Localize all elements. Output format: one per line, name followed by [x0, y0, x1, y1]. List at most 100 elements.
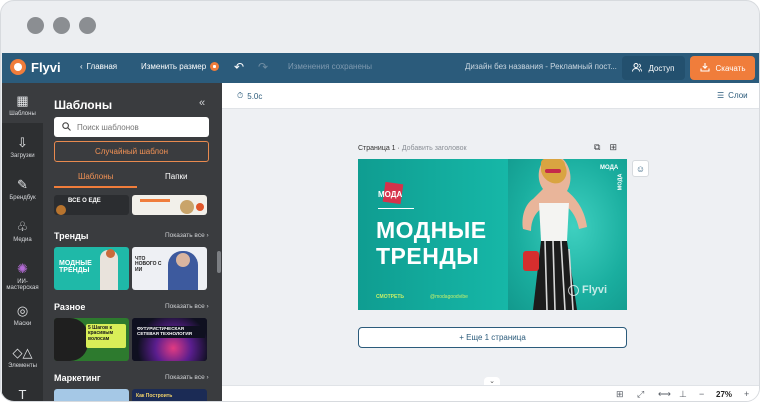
templates-icon: ▦	[16, 93, 29, 108]
users-icon	[632, 62, 643, 74]
download-button[interactable]: Скачать	[690, 56, 755, 80]
watermark-logo-icon	[568, 285, 579, 296]
design-heading-line-1: МОДНЫЕ	[376, 217, 487, 243]
show-all-trends[interactable]: Показать все ›	[165, 232, 209, 239]
fit-width-icon[interactable]: ⟷	[658, 389, 671, 400]
template-thumb[interactable]	[132, 195, 207, 215]
zoom-out-icon[interactable]: −	[699, 389, 704, 399]
zoom-level[interactable]: 27%	[716, 390, 732, 399]
design-title[interactable]: Дизайн без названия - Рекламный пост...	[465, 62, 617, 71]
window-controls	[27, 17, 96, 34]
rail-item-uploads[interactable]: ⇩ Загрузки	[2, 135, 43, 159]
template-thumb-trends[interactable]: МОДНЫЕ ТРЕНДЫ	[54, 247, 129, 290]
thumb-text: ВСЕ О ЕДЕ	[68, 198, 101, 204]
template-thumb[interactable]: ВСЕ О ЕДЕ	[54, 195, 129, 215]
search-box[interactable]	[54, 117, 209, 137]
model-sunglasses	[545, 169, 561, 173]
tab-active-indicator	[54, 186, 137, 188]
portrait-face	[176, 253, 190, 267]
rail-item-masks[interactable]: ◎ Маски	[2, 303, 43, 327]
model-head	[106, 249, 115, 258]
templates-panel: Шаблоны « Случайный шаблон Шаблоны Папки…	[43, 83, 222, 401]
thumb-text: МОДНЫЕ ТРЕНДЫ	[59, 260, 92, 275]
access-label: Доступ	[648, 63, 675, 73]
top-bar: Flyvi ‹ Главная Изменить размер ↶ ↷ Изме…	[2, 53, 759, 83]
show-all-marketing[interactable]: Показать все ›	[165, 374, 209, 381]
add-page-button[interactable]: + Еще 1 страница	[358, 327, 627, 348]
duplicate-page-icon[interactable]: ⧉	[594, 142, 600, 153]
design-artboard[interactable]: МОДА МОДА МОДА МОДНЫЕ ТРЕНДЫ СМОТРЕТЬ @m…	[358, 159, 627, 310]
template-thumb-tech[interactable]: ФУТУРИСТИЧЕСКАЯ СЕТЕВАЯ ТЕХНОЛОГИЯ	[132, 318, 207, 361]
add-page-icon[interactable]: ⊞	[609, 142, 617, 153]
show-all-misc[interactable]: Показать все ›	[165, 303, 209, 310]
comment-icon[interactable]: ☺	[632, 160, 649, 177]
resize-button[interactable]: Изменить размер	[141, 62, 220, 71]
layers-label: Слои	[728, 91, 748, 100]
elements-icon: ◇△	[12, 345, 33, 360]
rail-item-label: ИИ-мастерская	[6, 279, 39, 291]
timer-icon: ⏱	[237, 91, 244, 100]
page-header: Страница 1 · Добавить заголовок	[358, 145, 467, 152]
show-all-label: Показать все	[165, 303, 205, 310]
layers-button[interactable]: ☰ Слои	[717, 91, 748, 100]
duration-value: 5.0с	[247, 91, 263, 101]
download-label: Скачать	[715, 63, 746, 73]
design-cta: СМОТРЕТЬ	[376, 294, 404, 300]
rail-item-text[interactable]: T	[2, 387, 43, 402]
media-icon: ♧	[16, 219, 29, 234]
rail-item-brandbook[interactable]: ✎ Брендбук	[2, 177, 43, 201]
add-title-field[interactable]: Добавить заголовок	[402, 145, 467, 152]
grid-view-icon[interactable]: ⊞	[616, 389, 624, 400]
show-all-label: Показать все	[165, 374, 205, 381]
logo[interactable]: Flyvi	[10, 59, 61, 75]
thumb-bar	[140, 199, 170, 202]
template-thumb-marketing[interactable]: Как Построить	[132, 389, 207, 401]
design-watermark: Flyvi	[582, 284, 608, 296]
brandbook-icon: ✎	[17, 177, 28, 192]
home-link-label: Главная	[86, 62, 118, 71]
rail-item-label: Маски	[13, 321, 32, 327]
search-input[interactable]	[77, 122, 197, 132]
panel-scrollbar[interactable]	[217, 251, 221, 273]
ai-workshop-icon: ✺	[17, 261, 28, 276]
rail-item-ai-workshop[interactable]: ✺ ИИ-мастерская	[2, 261, 43, 291]
template-thumb-marketing[interactable]	[54, 389, 129, 401]
rail-item-elements[interactable]: ◇△ Элементы	[2, 345, 43, 369]
template-thumb-ai[interactable]: ЧТО НОВОГО С ИИ	[132, 247, 207, 290]
template-thumb-hair[interactable]: 5 Шагов к красивым волосам	[54, 318, 129, 361]
home-link[interactable]: ‹ Главная	[80, 62, 117, 71]
left-rail: ▦ Шаблоны ⇩ Загрузки ✎ Брендбук ♧ Медиа …	[2, 83, 43, 402]
logo-text: Flyvi	[31, 59, 61, 75]
redo-icon[interactable]: ↷	[258, 60, 268, 74]
canvas-toolbar: ⏱ 5.0с ☰ Слои	[222, 83, 759, 109]
window-dot-close[interactable]	[27, 17, 44, 34]
thumb-text: Как Построить	[136, 393, 173, 399]
collapse-panel-icon[interactable]: «	[199, 97, 205, 109]
page-tools: ⧉ ⊞	[594, 142, 617, 153]
rail-item-media[interactable]: ♧ Медиа	[2, 219, 43, 243]
brand-vertical-text: МОДА	[617, 173, 624, 191]
thumb-text: 5 Шагов к красивым волосам	[86, 324, 126, 348]
page-number: Страница 1	[358, 145, 396, 152]
undo-icon[interactable]: ↶	[234, 60, 244, 74]
random-template-button[interactable]: Случайный шаблон	[54, 141, 209, 162]
fit-height-icon[interactable]: ⊥	[679, 389, 687, 400]
tab-templates[interactable]: Шаблоны	[78, 172, 113, 181]
tab-folders[interactable]: Папки	[165, 172, 188, 181]
resize-label: Изменить размер	[141, 62, 207, 71]
window-dot-maximize[interactable]	[79, 17, 96, 34]
window-dot-minimize[interactable]	[53, 17, 70, 34]
layers-icon: ☰	[717, 91, 725, 100]
zoom-in-icon[interactable]: +	[744, 389, 749, 399]
rail-item-templates[interactable]: ▦ Шаблоны	[2, 83, 43, 123]
rail-item-label: Медиа	[13, 237, 32, 243]
text-icon: T	[18, 387, 27, 402]
access-button[interactable]: Доступ	[622, 56, 685, 80]
download-icon	[699, 62, 710, 74]
show-all-label: Показать все	[165, 232, 205, 239]
rail-item-label: Брендбук	[9, 195, 36, 201]
brand-badge-text: МОДА	[378, 190, 403, 199]
tech-glow	[132, 318, 207, 361]
duration-control[interactable]: ⏱ 5.0с	[237, 91, 262, 101]
fullscreen-icon[interactable]: ⤢	[637, 389, 644, 400]
